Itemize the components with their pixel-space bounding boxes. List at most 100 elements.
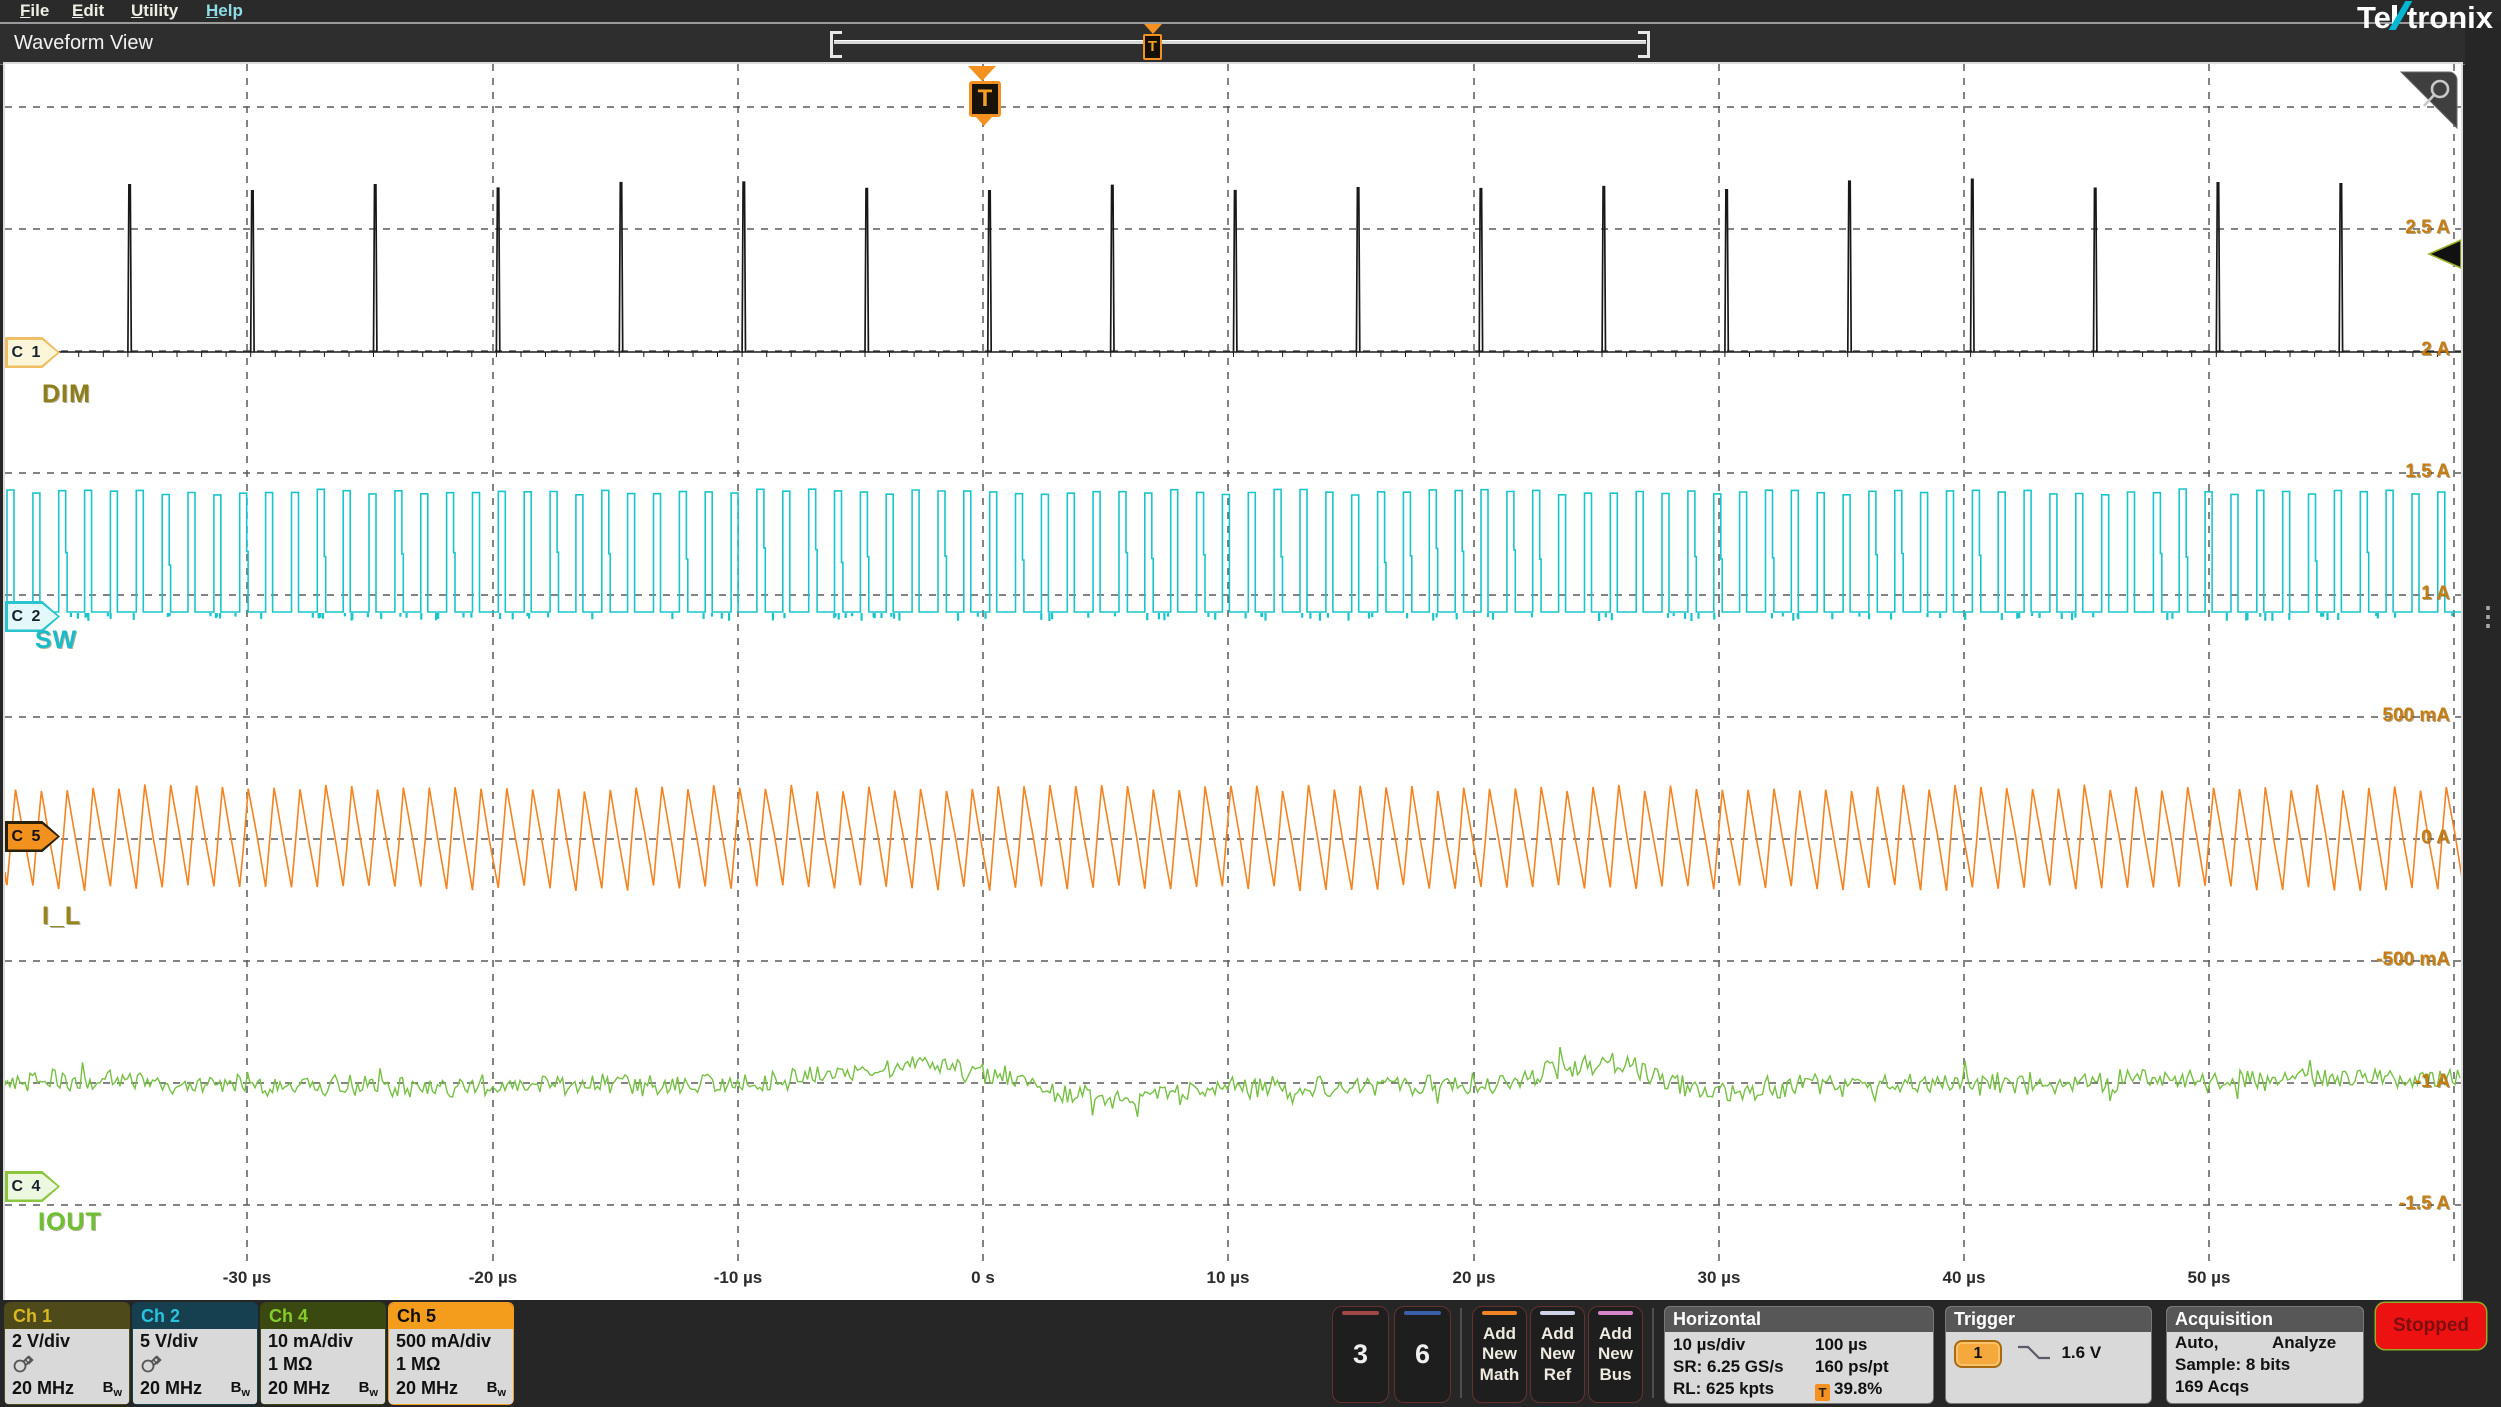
scale-label-2.5a: 2.5 A (2330, 217, 2450, 239)
horizontal-panel[interactable]: Horizontal 10 µs/div SR: 6.25 GS/s RL: 6… (1664, 1306, 1934, 1404)
channel-card-header: Ch 4 (261, 1303, 385, 1329)
ch1-dim-waveform (128, 179, 2343, 352)
channel-card-header: Ch 1 (5, 1303, 129, 1329)
ch2-sw-waveform (5, 489, 2461, 612)
overview-right-bracket[interactable] (1638, 31, 1650, 58)
time-label-40µs: 40 µs (1919, 1268, 2009, 1288)
badge-text: C 5 (5, 821, 49, 852)
brand-logo: Tetronix (2357, 0, 2493, 36)
channel-card-ch4[interactable]: Ch 410 mA/div1 MΩ20 MHzBw (260, 1302, 386, 1405)
add-new-math-button[interactable]: AddNewMath (1472, 1306, 1527, 1403)
trigger-arrow-small-icon (976, 117, 992, 126)
source-button-6[interactable]: 6 (1394, 1306, 1451, 1403)
bandwidth-limit-badge: Bw (487, 1379, 506, 1399)
source-button-3[interactable]: 3 (1332, 1306, 1389, 1403)
badge-text: C 1 (5, 337, 49, 368)
bandwidth-limit-badge: Bw (231, 1379, 250, 1399)
vertical-scale-value: 2 V/div (12, 1331, 70, 1352)
separator (1652, 1308, 1654, 1398)
falling-edge-icon (2017, 1343, 2051, 1363)
scale-label-500ma: 500 mA (2330, 705, 2450, 727)
acq-mode: Auto, (2175, 1333, 2218, 1353)
channel-label-i_l: I_L (42, 902, 81, 931)
channel-card-header: Ch 5 (389, 1303, 513, 1329)
trigger-position-icon: T (1815, 1384, 1830, 1401)
ch5-il-waveform (5, 785, 2461, 891)
trigger-position-flag[interactable]: T (968, 66, 1001, 126)
overview-trigger-marker[interactable]: T (1143, 24, 1163, 62)
channel-label-iout: IOUT (38, 1208, 102, 1237)
trigger-arrow-icon (968, 66, 996, 81)
trigger-panel[interactable]: Trigger 1 1.6 V (1945, 1306, 2152, 1404)
menu-file[interactable]: File (20, 1, 49, 21)
horizontal-scale: 10 µs/div (1673, 1335, 1745, 1355)
bandwidth-value: 20 MHz (140, 1378, 202, 1399)
channel-card-body: 5 V/div20 MHzBw (133, 1329, 257, 1404)
logo-k-slash-icon (2391, 4, 2407, 28)
sample-rate: SR: 6.25 GS/s (1673, 1357, 1784, 1377)
zoom-corner-control[interactable] (2401, 72, 2457, 128)
probe-icon (140, 1354, 164, 1379)
time-label--30µs: -30 µs (202, 1268, 292, 1288)
time-label-0s: 0 s (938, 1268, 1028, 1288)
trigger-position-value: 39.8% (1834, 1379, 1882, 1398)
separator (1460, 1308, 1462, 1398)
run-stop-indicator[interactable]: Stopped (2376, 1303, 2486, 1349)
button-label: AddNewMath (1473, 1307, 1526, 1402)
scale-label--1.5a: -1.5 A (2330, 1193, 2450, 1215)
trigger-flag-letter: T (969, 81, 1001, 117)
waveform-canvas (5, 64, 2461, 1262)
sidebar-menu-icon[interactable]: ⋮ (2475, 610, 2501, 623)
acq-count: 169 Acqs (2175, 1377, 2249, 1397)
time-label-10µs: 10 µs (1183, 1268, 1273, 1288)
resolution: 160 ps/pt (1815, 1357, 1889, 1377)
add-new-ref-button[interactable]: AddNewRef (1530, 1306, 1585, 1403)
trigger-position-row: T39.8% (1815, 1379, 1882, 1401)
bottom-settings-bar: Horizontal 10 µs/div SR: 6.25 GS/s RL: 6… (0, 1300, 2501, 1407)
right-sidebar: ⋮ (2466, 22, 2501, 1300)
impedance-value: 1 MΩ (396, 1354, 440, 1375)
menu-edit[interactable]: Edit (72, 1, 104, 21)
horizontal-overview-bar[interactable]: T (830, 22, 1650, 62)
menu-bar: File Edit Utility Help (0, 0, 2501, 23)
scale-label--500ma: -500 mA (2330, 949, 2450, 971)
scale-label--1a: -1 A (2330, 1071, 2450, 1093)
time-label-20µs: 20 µs (1429, 1268, 1519, 1288)
bandwidth-value: 20 MHz (12, 1378, 74, 1399)
scale-label-0a: 0 A (2330, 827, 2450, 849)
button-label: AddNewBus (1589, 1307, 1642, 1402)
channel-badge-c4[interactable]: C 4 (5, 1171, 60, 1202)
trigger-arrow-icon (1144, 24, 1162, 34)
horizontal-panel-title: Horizontal (1665, 1307, 1933, 1332)
bandwidth-value: 20 MHz (268, 1378, 330, 1399)
button-label: 3 (1333, 1307, 1388, 1402)
channel-card-ch1[interactable]: Ch 12 V/div20 MHzBw (4, 1302, 130, 1405)
button-label: AddNewRef (1531, 1307, 1584, 1402)
acq-analyze: Analyze (2272, 1333, 2336, 1353)
channel-badge-c5[interactable]: C 5 (5, 821, 60, 852)
impedance-value: 1 MΩ (268, 1354, 312, 1375)
channel-label-sw: SW (35, 626, 77, 655)
acquisition-panel[interactable]: Acquisition Auto, Analyze Sample: 8 bits… (2166, 1306, 2364, 1404)
scale-label-2a: 2 A (2330, 339, 2450, 361)
menu-help[interactable]: Help (206, 1, 243, 21)
badge-text: C 4 (5, 1171, 49, 1202)
channel-card-ch5[interactable]: Ch 5500 mA/div1 MΩ20 MHzBw (388, 1302, 514, 1405)
add-new-bus-button[interactable]: AddNewBus (1588, 1306, 1643, 1403)
trigger-settings-row: 1 1.6 V (1954, 1340, 2101, 1368)
channel-card-header: Ch 2 (133, 1303, 257, 1329)
trigger-level-arrow (2429, 240, 2461, 268)
menu-utility[interactable]: Utility (131, 1, 178, 21)
channel-card-body: 10 mA/div1 MΩ20 MHzBw (261, 1329, 385, 1404)
record-length: RL: 625 kpts (1673, 1379, 1774, 1399)
bandwidth-value: 20 MHz (396, 1378, 458, 1399)
view-title: Waveform View (14, 32, 153, 55)
time-label-50µs: 50 µs (2164, 1268, 2254, 1288)
overview-left-bracket[interactable] (830, 31, 842, 58)
scale-label-1a: 1 A (2330, 583, 2450, 605)
bandwidth-limit-badge: Bw (359, 1379, 378, 1399)
channel-card-ch2[interactable]: Ch 25 V/div20 MHzBw (132, 1302, 258, 1405)
trigger-flag-icon: T (1143, 34, 1162, 60)
channel-badge-c1[interactable]: C 1 (5, 337, 60, 368)
acquisition-panel-title: Acquisition (2167, 1307, 2363, 1332)
